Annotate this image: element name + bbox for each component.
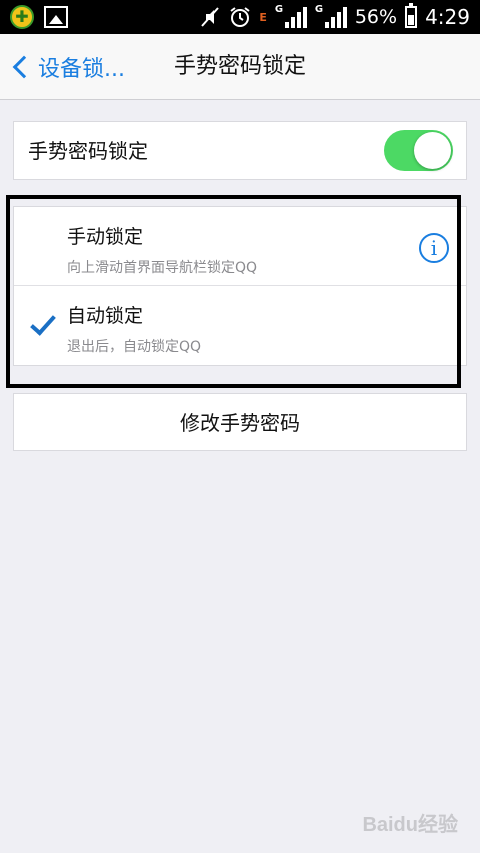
battery-icon [405,3,418,28]
status-right: E G G 56% 4:29 [199,0,470,34]
image-icon [44,6,68,28]
option-subtitle: 向上滑动首界面导航栏锁定QQ [67,260,258,276]
watermark: Baidu经验 [362,814,458,836]
signal-icon-2: G [314,4,347,28]
battery-percent: 56% [354,6,398,28]
back-button[interactable]: 设备锁... [10,34,125,100]
back-label: 设备锁... [38,57,125,82]
option-auto-lock[interactable]: 自动锁定 退出后，自动锁定QQ [14,286,466,365]
signal-icon: G [274,4,307,28]
navigation-bar: 设备锁... 手势密码锁定 [0,34,480,100]
option-subtitle: 退出后，自动锁定QQ [67,339,202,355]
info-icon[interactable]: i [419,233,449,263]
app-notification-icon: ✚ [10,5,34,29]
switch-knob [414,132,451,169]
option-title: 自动锁定 [67,305,144,327]
edge-network-indicator: E [259,10,267,24]
toggle-label: 手势密码锁定 [28,139,148,163]
status-bar: ✚ E G G 56% 4:29 [0,0,480,34]
lock-mode-options: 手动锁定 向上滑动首界面导航栏锁定QQ i 自动锁定 退出后，自动锁定QQ [13,206,467,366]
change-gesture-password-button[interactable]: 修改手势密码 [13,393,467,451]
mute-icon [201,7,220,27]
network-type-2: G [314,4,324,15]
alarm-icon [230,7,250,27]
gesture-lock-switch[interactable] [384,130,453,171]
status-left: ✚ [10,5,68,29]
clock: 4:29 [425,5,470,29]
checkmark-icon [30,309,56,336]
chevron-left-icon [12,55,36,79]
option-title: 手动锁定 [67,226,144,248]
gesture-lock-toggle-row: 手势密码锁定 [13,121,467,180]
option-manual-lock[interactable]: 手动锁定 向上滑动首界面导航栏锁定QQ i [14,207,466,286]
network-type-1: G [274,4,284,15]
